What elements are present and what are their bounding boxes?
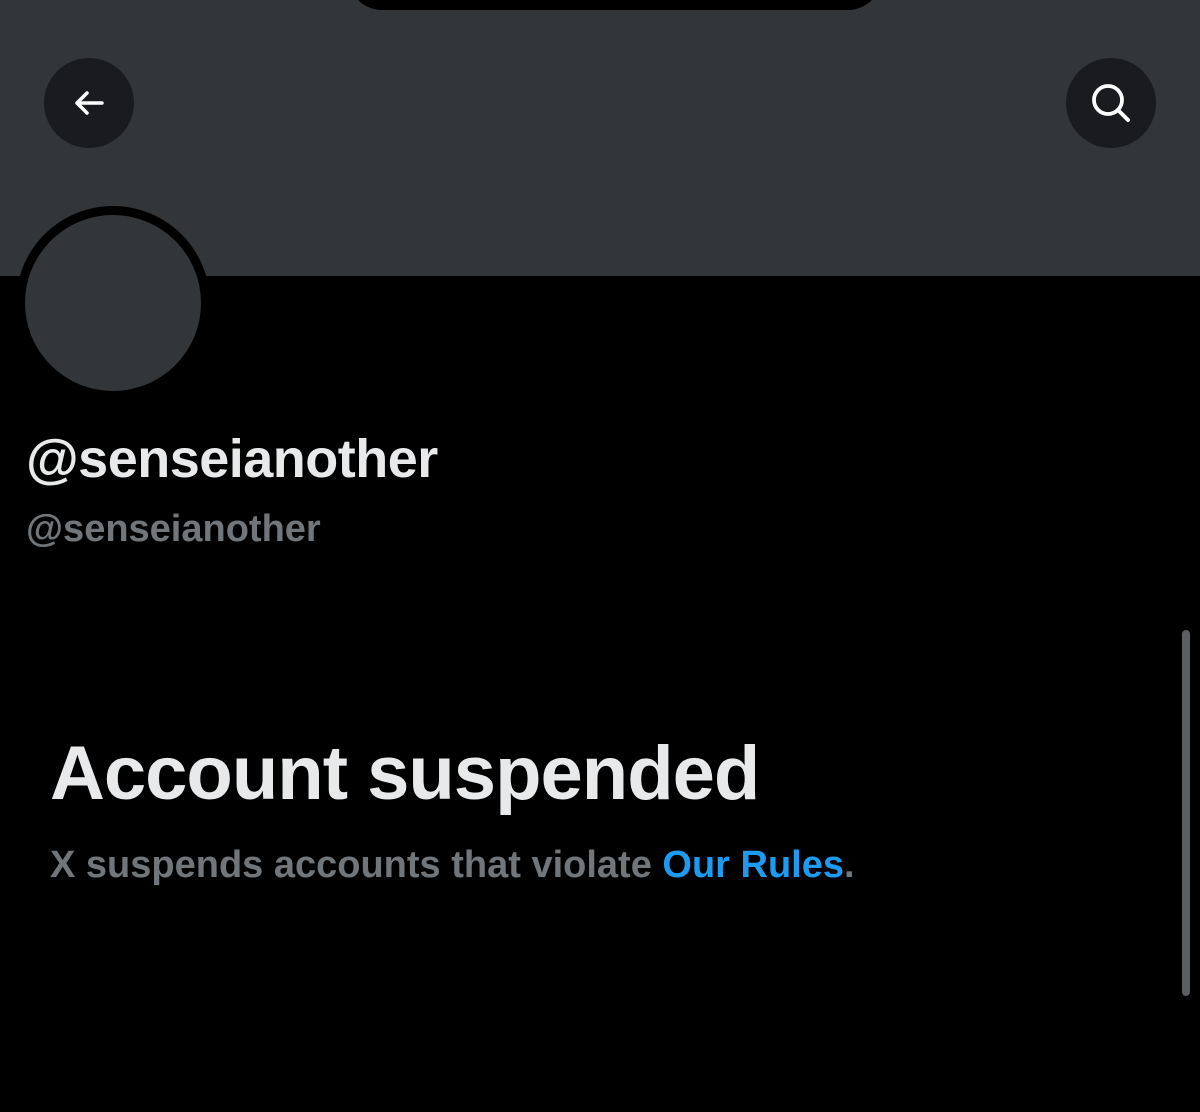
back-button[interactable] bbox=[44, 58, 134, 148]
suspended-message: X suspends accounts that violate Our Rul… bbox=[50, 844, 855, 887]
profile-screen: @senseianother @senseianother Account su… bbox=[0, 0, 1200, 1112]
our-rules-link[interactable]: Our Rules bbox=[662, 844, 844, 886]
arrow-left-icon bbox=[69, 83, 109, 123]
profile-display-name: @senseianother bbox=[26, 429, 438, 489]
device-notch bbox=[348, 0, 882, 10]
scrollbar[interactable] bbox=[1182, 630, 1190, 996]
search-icon bbox=[1088, 80, 1134, 126]
suspended-title: Account suspended bbox=[50, 731, 760, 816]
suspended-message-text: X suspends accounts that violate bbox=[50, 844, 663, 886]
avatar[interactable] bbox=[25, 215, 201, 391]
profile-handle: @senseianother bbox=[26, 508, 321, 550]
suspended-message-period: . bbox=[844, 844, 855, 886]
search-button[interactable] bbox=[1066, 58, 1156, 148]
